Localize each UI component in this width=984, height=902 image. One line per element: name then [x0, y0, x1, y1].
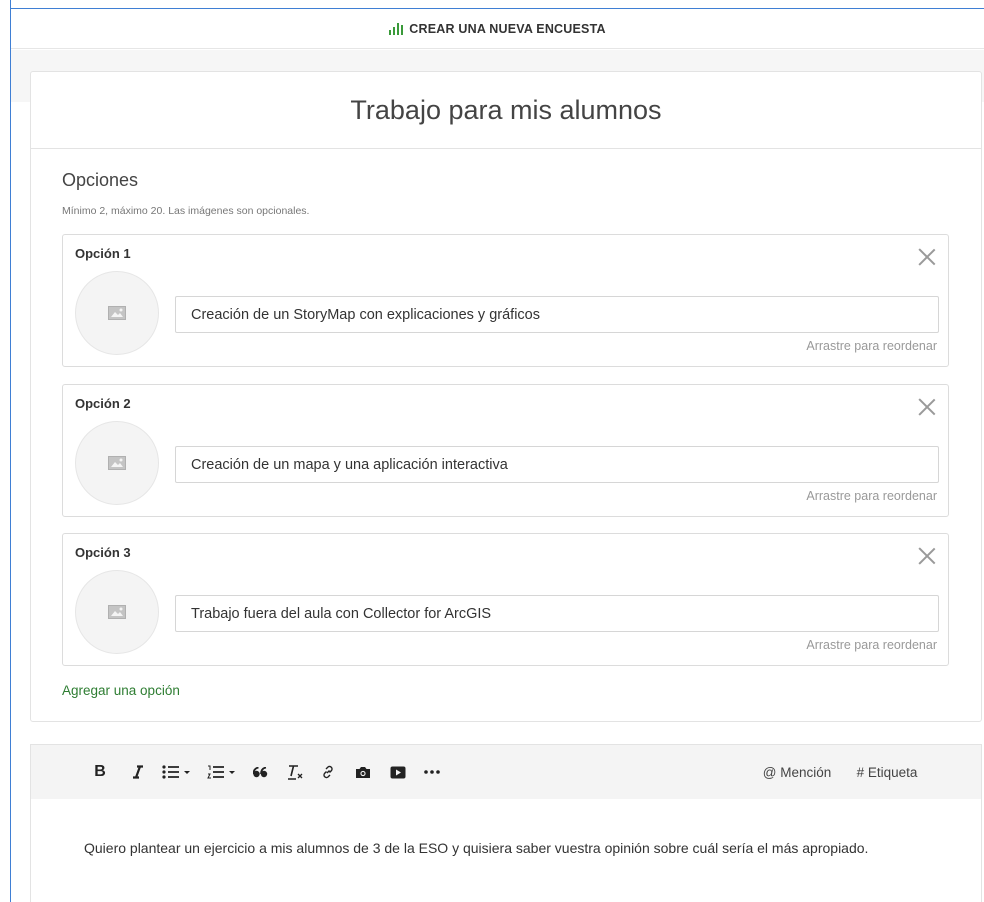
remove-option-close-icon[interactable] [918, 398, 936, 416]
options-section-hint: Mínimo 2, máximo 20. Las imágenes son op… [62, 205, 310, 217]
add-option-link[interactable]: Agregar una opción [62, 683, 180, 698]
link-icon [323, 765, 333, 779]
more-button[interactable] [420, 745, 444, 799]
video-button[interactable] [386, 745, 410, 799]
poll-card: Trabajo para mis alumnos Opciones Mínimo… [30, 71, 982, 722]
more-icon [424, 770, 440, 774]
italic-button[interactable] [127, 745, 149, 799]
italic-icon [133, 765, 143, 779]
page-header: CREAR UNA NUEVA ENCUESTA [11, 9, 984, 49]
numbered-list-button[interactable] [206, 745, 238, 799]
bold-button[interactable]: B [89, 745, 111, 799]
poll-option[interactable]: Opción 1 Arrastre para reordenar [62, 234, 949, 367]
poll-title[interactable]: Trabajo para mis alumnos [31, 72, 981, 149]
options-section-title: Opciones [62, 170, 139, 190]
clear-format-icon [288, 765, 303, 780]
numbered-list-icon [207, 765, 235, 779]
bullet-list-icon [162, 765, 190, 779]
poll-option[interactable]: Opción 2 Arrastre para reordenar [62, 384, 949, 517]
image-placeholder-icon [108, 306, 126, 320]
option-image-upload[interactable] [75, 570, 159, 654]
remove-option-close-icon[interactable] [918, 547, 936, 565]
poll-option[interactable]: Opción 3 Arrastre para reordenar [62, 533, 949, 666]
drag-to-reorder-hint[interactable]: Arrastre para reordenar [806, 339, 937, 353]
mention-button[interactable]: @ Mención [757, 745, 837, 799]
option-text-input[interactable] [175, 595, 939, 632]
poll-bars-icon [389, 22, 404, 35]
clear-format-button[interactable] [284, 745, 306, 799]
option-label: Opción 3 [75, 545, 131, 560]
video-icon [390, 766, 406, 778]
link-button[interactable] [317, 745, 339, 799]
option-image-upload[interactable] [75, 271, 159, 355]
window-left-border [10, 0, 11, 902]
remove-option-close-icon[interactable] [918, 248, 936, 266]
image-placeholder-icon [108, 605, 126, 619]
drag-to-reorder-hint[interactable]: Arrastre para reordenar [806, 638, 937, 652]
option-image-upload[interactable] [75, 421, 159, 505]
bullet-list-button[interactable] [161, 745, 193, 799]
tag-button[interactable]: # Etiqueta [849, 745, 925, 799]
editor-toolbar: B @ Mención # Etiqueta [31, 745, 981, 799]
option-text-input[interactable] [175, 296, 939, 333]
option-label: Opción 2 [75, 396, 131, 411]
quote-button[interactable] [249, 745, 271, 799]
quote-icon [252, 766, 267, 777]
bold-icon: B [94, 763, 106, 780]
page-header-title: CREAR UNA NUEVA ENCUESTA [409, 21, 606, 36]
drag-to-reorder-hint[interactable]: Arrastre para reordenar [806, 489, 937, 503]
image-placeholder-icon [108, 456, 126, 470]
option-text-input[interactable] [175, 446, 939, 483]
option-label: Opción 1 [75, 246, 131, 261]
camera-icon [356, 766, 370, 778]
image-button[interactable] [351, 745, 375, 799]
editor-content[interactable]: Quiero plantear un ejercicio a mis alumn… [84, 835, 944, 861]
text-editor: B @ Mención # Etiqueta Quiero plantear u… [30, 744, 982, 902]
